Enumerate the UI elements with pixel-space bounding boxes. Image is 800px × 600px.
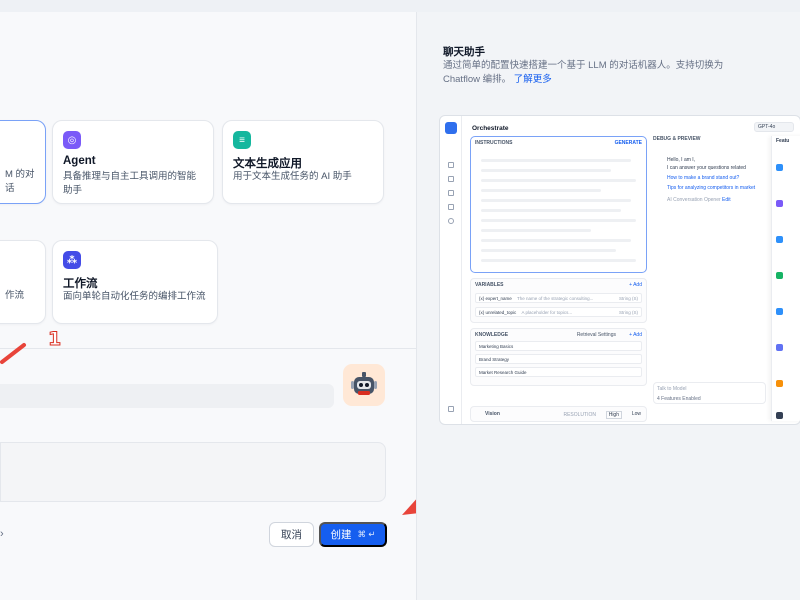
placeholder-line [481, 239, 631, 242]
features-label: Featu [776, 138, 790, 144]
preview-title: 聊天助手 [443, 46, 485, 58]
add-knowledge-button: + Add [629, 332, 642, 338]
features-panel: Featu [771, 136, 800, 421]
placeholder-line [481, 249, 616, 252]
learn-more-link[interactable]: 了解更多 [514, 74, 552, 85]
opener-hint: AI Conversation Opener Edit [653, 196, 768, 204]
preview-screenshot: Orchestrate GPT-4o INSTRUCTIONS GENERATE… [439, 115, 800, 425]
annotation-arrow-1 [0, 343, 26, 364]
debug-label: DEBUG & PREVIEW [653, 136, 701, 142]
suggestion-1: How to make a brand stand out? [667, 175, 740, 181]
feature-icon [776, 272, 783, 279]
placeholder-line [481, 169, 611, 172]
vision-section: Vision RESOLUTION High Low [470, 406, 647, 422]
knowledge-label: KNOWLEDGE [475, 332, 509, 338]
placeholder-line [481, 229, 591, 232]
feature-icon [776, 236, 783, 243]
assistant-message: Hello, I am I, I can answer your questio… [653, 156, 768, 204]
feature-icon [776, 344, 783, 351]
variable-name: {x} unrelated_topic [479, 310, 517, 315]
resolution-label: RESOLUTION [563, 412, 596, 418]
preview-heading: Orchestrate [472, 125, 509, 132]
knowledge-row: Market Research Guide [475, 367, 642, 377]
knowledge-section: KNOWLEDGE Retrieval Settings + Add Marke… [470, 328, 647, 386]
sidebar-icon [448, 190, 454, 196]
feature-icon [776, 200, 783, 207]
preview-description: 通过简单的配置快速搭建一个基于 LLM 的对话机器人。支持切换为 Chatflo… [443, 59, 743, 87]
sidebar-icon [448, 406, 454, 412]
sidebar-icon [448, 218, 454, 224]
greeting-line-2: I can answer your questions related [667, 165, 746, 171]
feature-icon [776, 164, 783, 171]
debug-preview-panel: DEBUG & PREVIEW Hello, I am I, I can ans… [653, 136, 768, 421]
variable-type: String (S) [618, 310, 638, 315]
resolution-high: High [605, 411, 622, 419]
variables-section: VARIABLES + Add {x} expert_name The name… [470, 278, 647, 323]
knowledge-row: Brand Strategy [475, 354, 642, 364]
preview-description-text: 通过简单的配置快速搭建一个基于 LLM 的对话机器人。支持切换为 Chatflo… [443, 60, 724, 85]
variable-desc: A placeholder for topics... [521, 310, 573, 315]
sidebar-icon [448, 176, 454, 182]
instructions-label: INSTRUCTIONS [475, 140, 513, 146]
vision-label: Vision [485, 411, 500, 417]
variables-label: VARIABLES [475, 282, 504, 288]
placeholder-line [481, 209, 621, 212]
preview-sidebar [440, 116, 462, 424]
variable-row: {x} expert_name The name of the strategi… [475, 293, 642, 303]
retrieval-settings: Retrieval Settings [576, 332, 616, 338]
app-logo-icon [445, 122, 457, 134]
chat-input: Talk to Model 4 Features Enabled [653, 382, 766, 404]
app-type-preview-panel: 聊天助手 通过简单的配置快速搭建一个基于 LLM 的对话机器人。支持切换为 Ch… [416, 12, 800, 600]
variable-name: {x} expert_name [479, 296, 512, 301]
placeholder-line [481, 219, 636, 222]
feature-icon [776, 412, 783, 419]
chat-placeholder: Talk to Model [657, 386, 687, 392]
features-enabled: 4 Features Enabled [657, 396, 701, 402]
sidebar-icon [448, 162, 454, 168]
placeholder-line [481, 259, 636, 262]
greeting: Hello, I am I, [667, 157, 696, 163]
variable-row: {x} unrelated_topic A placeholder for to… [475, 307, 642, 317]
variable-type: String (S) [618, 296, 638, 301]
sidebar-icon [448, 204, 454, 210]
knowledge-row: Marketing Basics [475, 341, 642, 351]
add-variable-button: + Add [629, 282, 642, 288]
resolution-low: Low [631, 411, 641, 417]
variable-desc: The name of the strategic consulting... [517, 296, 594, 301]
annotation-label-1: 1 [47, 328, 62, 351]
placeholder-line [481, 159, 631, 162]
placeholder-line [481, 179, 636, 182]
edit-link: Edit [722, 197, 731, 203]
opener-label: AI Conversation Opener [667, 197, 721, 203]
instructions-panel: INSTRUCTIONS GENERATE [470, 136, 647, 273]
suggestion-2: Tips for analyzing competitors in market [667, 185, 756, 191]
feature-icon [776, 380, 783, 387]
feature-icon [776, 308, 783, 315]
generate-button: GENERATE [614, 140, 642, 146]
model-selector: GPT-4o [754, 122, 794, 132]
placeholder-line [481, 199, 631, 202]
placeholder-line [481, 189, 601, 192]
